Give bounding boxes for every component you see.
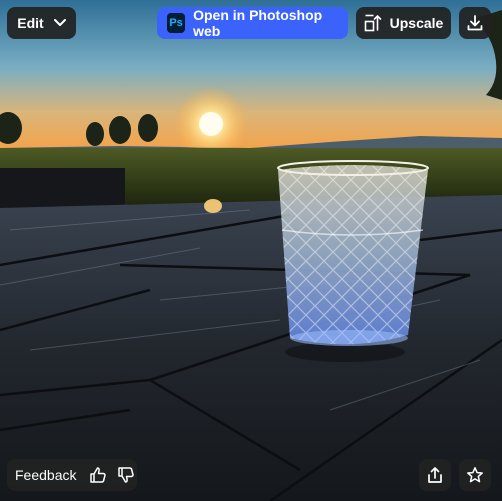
feedback-label: Feedback [15,467,77,483]
thumbs-up-icon[interactable] [86,463,108,487]
chevron-down-icon [53,19,66,27]
photoshop-icon: Ps [167,13,186,33]
upscale-button[interactable]: Upscale [356,7,451,39]
download-button[interactable] [459,7,491,39]
favorite-button[interactable] [459,459,491,491]
edit-label: Edit [17,15,44,31]
share-button[interactable] [419,459,451,491]
open-in-photoshop-button[interactable]: Ps Open in Photoshop web [157,7,348,39]
open-in-photoshop-label: Open in Photoshop web [193,7,323,39]
edit-button[interactable]: Edit [7,7,76,39]
share-icon [426,466,444,484]
thumbs-down-icon[interactable] [115,463,137,487]
upscale-icon [364,14,382,32]
star-icon [466,466,484,484]
feedback-bar: Feedback [7,459,137,491]
upscale-label: Upscale [389,15,444,31]
generated-image [0,0,502,501]
download-icon [466,14,484,32]
